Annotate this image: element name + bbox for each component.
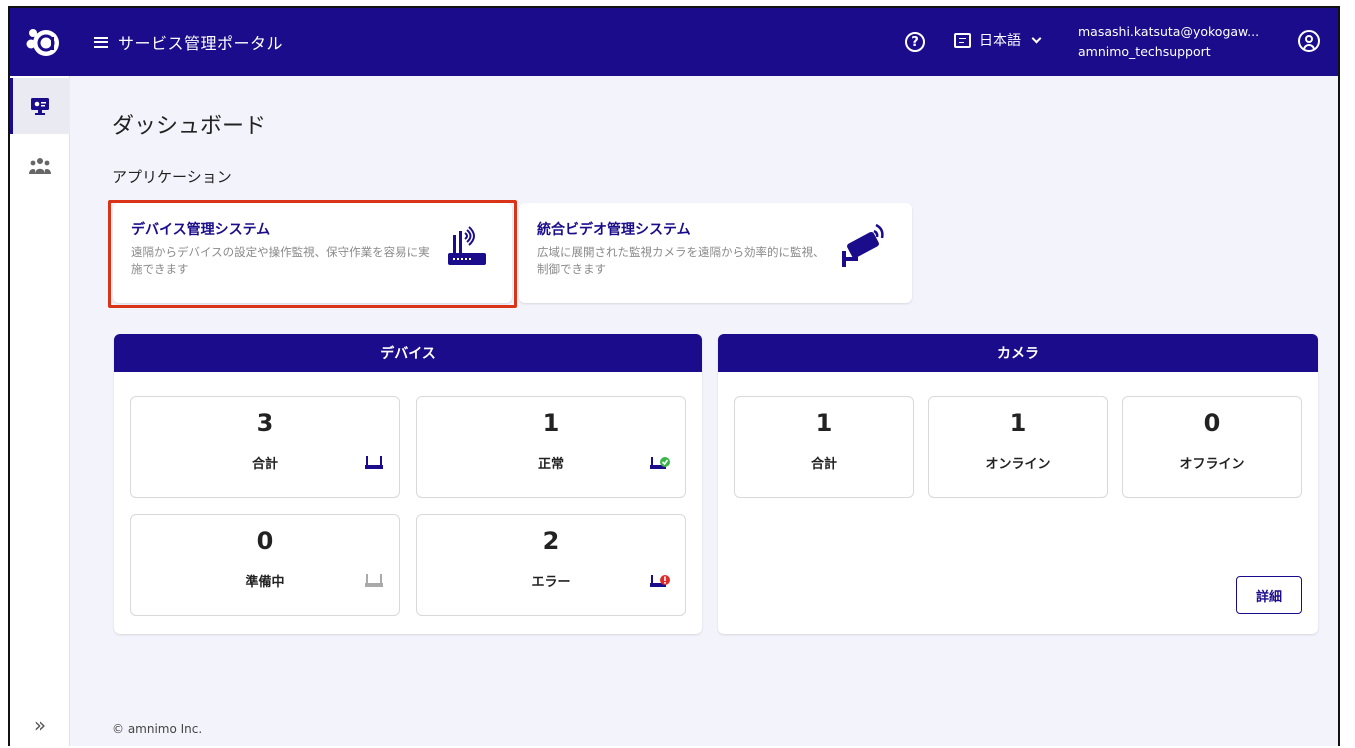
page-title: ダッシュボード xyxy=(112,114,267,139)
device-stat-normal[interactable]: 1 正常 xyxy=(416,396,686,498)
stat-value: 0 xyxy=(1203,409,1221,437)
devices-panel: デバイス 3 合計 1 正常 0 準備中 2 エラー xyxy=(114,334,702,634)
details-button[interactable]: 詳細 xyxy=(1236,576,1302,614)
router-inactive-icon xyxy=(363,571,385,593)
stat-value: 1 xyxy=(542,409,560,437)
stat-value: 0 xyxy=(256,527,274,555)
help-icon[interactable]: ? xyxy=(905,32,925,52)
stat-value: 2 xyxy=(542,527,560,555)
stat-label: 合計 xyxy=(251,457,278,472)
stat-label: 合計 xyxy=(810,457,837,472)
top-bar: サービス管理ポータル ? 日本語 masashi.katsuta@yokogaw… xyxy=(10,8,1338,76)
camera-stat-total[interactable]: 1 合計 xyxy=(734,396,914,498)
user-email: masashi.katsuta@yokogaw... xyxy=(1078,24,1260,39)
account-icon[interactable] xyxy=(1298,30,1320,52)
app-frame: サービス管理ポータル ? 日本語 masashi.katsuta@yokogaw… xyxy=(8,6,1340,746)
security-camera-icon xyxy=(838,223,890,277)
stat-value: 1 xyxy=(815,409,833,437)
cameras-panel: カメラ 1 合計 1 オンライン 0 オフライン 詳細 xyxy=(718,334,1318,634)
users-group-icon xyxy=(29,158,51,174)
app-description: 広域に展開された監視カメラを遠隔から効率的に監視、制御できます xyxy=(537,245,825,276)
stat-value: 3 xyxy=(256,409,274,437)
copyright: © amnimo Inc. xyxy=(112,722,203,736)
device-stat-total[interactable]: 3 合計 xyxy=(130,396,400,498)
stat-label: オンライン xyxy=(985,457,1051,472)
router-ok-icon xyxy=(649,453,671,475)
language-icon xyxy=(954,32,971,48)
chevron-down-icon xyxy=(1031,33,1042,43)
stat-value: 1 xyxy=(1009,409,1027,437)
sidebar-expand-button[interactable]: » xyxy=(10,702,70,746)
dashboard-icon xyxy=(31,98,49,115)
language-label: 日本語 xyxy=(979,33,1021,49)
camera-stat-online[interactable]: 1 オンライン xyxy=(928,396,1108,498)
sidebar: » xyxy=(10,76,70,746)
portal-title: サービス管理ポータル xyxy=(118,34,284,53)
app-card-video-management[interactable]: 統合ビデオ管理システム 広域に展開された監視カメラを遠隔から効率的に監視、制御で… xyxy=(519,203,912,303)
router-wifi-icon xyxy=(444,225,490,275)
router-icon xyxy=(363,453,385,475)
user-info[interactable]: masashi.katsuta@yokogaw... amnimo_techsu… xyxy=(1078,22,1259,62)
device-stat-error[interactable]: 2 エラー xyxy=(416,514,686,616)
app-title: デバイス管理システム xyxy=(131,222,271,238)
devices-panel-title: デバイス xyxy=(114,334,702,372)
sidebar-item-users[interactable] xyxy=(10,138,70,194)
stat-label: 正常 xyxy=(537,457,564,472)
stat-label: エラー xyxy=(531,575,571,590)
user-organization: amnimo_techsupport xyxy=(1078,44,1211,59)
language-selector[interactable]: 日本語 xyxy=(954,30,1042,50)
app-description: 遠隔からデバイスの設定や操作監視、保守作業を容易に実施できます xyxy=(131,245,430,276)
router-error-icon xyxy=(649,571,671,593)
applications-label: アプリケーション xyxy=(112,168,232,186)
cameras-panel-title: カメラ xyxy=(718,334,1318,372)
camera-stat-offline[interactable]: 0 オフライン xyxy=(1122,396,1302,498)
device-stat-preparing[interactable]: 0 準備中 xyxy=(130,514,400,616)
app-card-device-management[interactable]: デバイス管理システム 遠隔からデバイスの設定や操作監視、保守作業を容易に実施でき… xyxy=(113,203,512,303)
menu-button[interactable]: サービス管理ポータル xyxy=(94,30,283,54)
stat-label: 準備中 xyxy=(245,575,285,590)
hamburger-icon xyxy=(94,36,108,48)
amnimo-logo-icon[interactable] xyxy=(22,22,62,62)
stat-label: オフライン xyxy=(1179,457,1245,472)
sidebar-item-dashboard[interactable] xyxy=(10,78,70,134)
main-content: ダッシュボード アプリケーション デバイス管理システム 遠隔からデバイスの設定や… xyxy=(70,76,1338,746)
